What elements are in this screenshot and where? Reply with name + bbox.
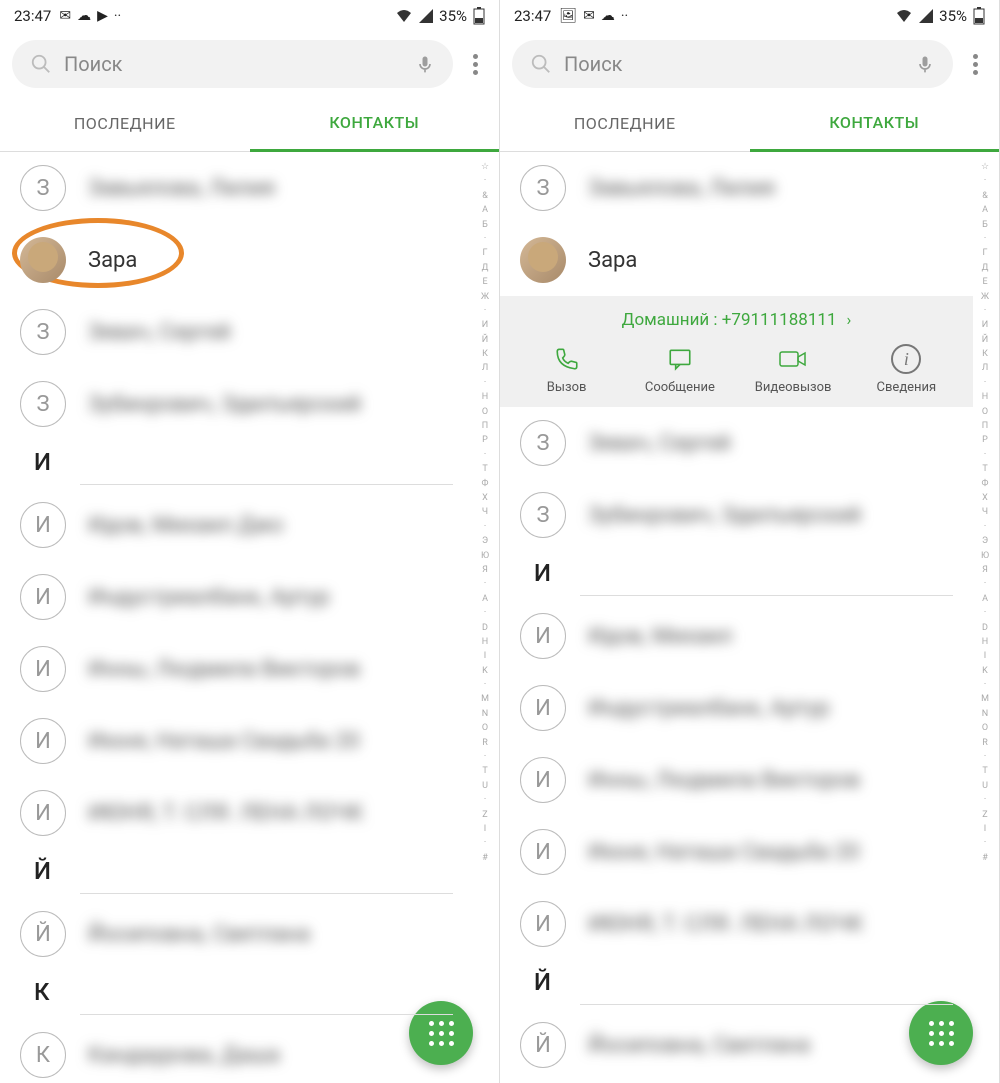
tabs: ПОСЛЕДНИЕ КОНТАКТЫ — [500, 96, 999, 152]
section-header-i: И — [500, 551, 973, 591]
signal-icon — [419, 9, 433, 23]
cloud-icon: ☁ — [601, 8, 615, 24]
contact-row[interactable]: З Зевач, Сергей — [0, 296, 473, 368]
search-icon — [530, 53, 552, 75]
menu-button[interactable] — [963, 46, 987, 83]
battery-icon — [973, 7, 985, 25]
search-placeholder: Поиск — [564, 52, 903, 76]
info-icon: i — [891, 344, 921, 374]
contact-row[interactable]: З Зубинрович, Эдилъярский — [0, 368, 473, 440]
contact-row[interactable]: ЗЗубинрович, Эдилъярский — [500, 479, 973, 551]
avatar: З — [20, 165, 66, 211]
avatar-photo — [20, 237, 66, 283]
contact-row[interactable]: ЙЙосиповна, Светлана — [0, 898, 473, 970]
tab-recent[interactable]: ПОСЛЕДНИЕ — [0, 96, 250, 152]
avatar: З — [20, 309, 66, 355]
status-notif-icons: ✉ ☁ ▶ ·· — [59, 8, 121, 24]
contact-name: Зубинрович, Эдилъярский — [88, 392, 361, 417]
action-video[interactable]: Видеовызов — [743, 344, 843, 395]
more-icon: ·· — [621, 8, 628, 24]
search-row: Поиск — [500, 32, 999, 96]
battery-percent: 35% — [439, 7, 467, 25]
contact-row[interactable]: ЙЙосиповна, Светлана — [500, 1009, 973, 1081]
contact-row-zara[interactable]: Зара — [500, 224, 973, 296]
contact-row[interactable]: ИИнны, Людмила Викторов — [500, 744, 973, 816]
contact-row[interactable]: ИИндустриалбанк, Артур — [500, 672, 973, 744]
status-time: 23:47 — [514, 7, 551, 25]
wifi-icon — [395, 9, 413, 23]
message-icon — [665, 344, 695, 374]
contact-row-zara[interactable]: Зара — [0, 224, 473, 296]
contact-row[interactable]: ИИЮНЯ, Т. СЛЯ. ЛЕНА ЛОЧК — [0, 777, 473, 849]
contact-name: Зара — [88, 248, 137, 273]
contact-row[interactable]: ИИюня, Наташа Свадьба 20 — [500, 816, 973, 888]
contact-row[interactable]: З Завьялова, Лилия — [500, 152, 973, 224]
search-row: Поиск — [0, 32, 499, 96]
avatar: З — [20, 381, 66, 427]
action-info[interactable]: i Сведения — [856, 344, 956, 395]
contact-expanded-panel: Домашний : +79111188111› Вызов Сообщение… — [500, 296, 973, 407]
wifi-icon — [895, 9, 913, 23]
tabs: ПОСЛЕДНИЕ КОНТАКТЫ — [0, 96, 499, 152]
tab-contacts[interactable]: КОНТАКТЫ — [750, 96, 1000, 152]
video-icon — [778, 344, 808, 374]
search-placeholder: Поиск — [64, 52, 403, 76]
action-message[interactable]: Сообщение — [630, 344, 730, 395]
contacts-area: З Завьялова, Лилия Зара Домашний : +7911… — [500, 152, 999, 1083]
status-bar: 23:47 🖼 ✉ ☁ ·· 35% — [500, 0, 999, 32]
cloud-icon: ☁ — [77, 8, 91, 24]
contact-row[interactable]: ИИдов, Михаил Джо — [0, 489, 473, 561]
contact-row[interactable]: ИИЮНЯ, Т. СЛЯ. ЛЕНА ЛОЧК — [500, 888, 973, 960]
search-input[interactable]: Поиск — [12, 40, 453, 88]
contact-row[interactable]: ККандаурова, Даша — [0, 1019, 473, 1083]
contact-row[interactable]: ЗЗевач, Сергей — [500, 407, 973, 479]
tab-contacts[interactable]: КОНТАКТЫ — [250, 96, 500, 152]
search-icon — [30, 53, 52, 75]
contact-row[interactable]: ИИдов, Михаил — [500, 600, 973, 672]
contact-row[interactable]: З Завьялова, Лилия — [0, 152, 473, 224]
section-header-j: Й — [500, 960, 973, 1000]
action-call[interactable]: Вызов — [517, 344, 617, 395]
section-header-k: К — [0, 970, 473, 1010]
search-input[interactable]: Поиск — [512, 40, 953, 88]
contact-name: Зевач, Сергей — [88, 320, 231, 345]
battery-icon — [473, 7, 485, 25]
phone-detail-link[interactable]: Домашний : +79111188111› — [510, 310, 963, 330]
avatar-photo — [520, 237, 566, 283]
contact-row[interactable]: ИИндустриалбанк, Артур — [0, 561, 473, 633]
mic-icon[interactable] — [915, 54, 935, 74]
status-bar: 23:47 ✉ ☁ ▶ ·· 35% — [0, 0, 499, 32]
status-notif-icons: 🖼 ✉ ☁ ·· — [559, 8, 628, 24]
contact-row[interactable]: ИИнны, Людмила Викторов — [0, 633, 473, 705]
gallery-icon: 🖼 — [559, 8, 577, 24]
section-header-i: И — [0, 440, 473, 480]
tab-recent[interactable]: ПОСЛЕДНИЕ — [500, 96, 750, 152]
chevron-right-icon: › — [847, 310, 852, 329]
contacts-area: З Завьялова, Лилия Зара З Зевач, Сергей … — [0, 152, 499, 1083]
phone-right: 23:47 🖼 ✉ ☁ ·· 35% Поиск ПОСЛЕДНИЕ КОНТА… — [500, 0, 1000, 1083]
status-time: 23:47 — [14, 7, 51, 25]
mail-icon: ✉ — [59, 8, 71, 24]
battery-percent: 35% — [939, 7, 967, 25]
phone-left: 23:47 ✉ ☁ ▶ ·· 35% Поис — [0, 0, 500, 1083]
menu-button[interactable] — [463, 46, 487, 83]
youtube-icon: ▶ — [97, 8, 108, 24]
section-header-j: Й — [0, 849, 473, 889]
contact-row[interactable]: ИИюня, Наташа Свадьба 20 — [0, 705, 473, 777]
mail-icon: ✉ — [583, 8, 595, 24]
signal-icon — [919, 9, 933, 23]
contact-name: Завьялова, Лилия — [88, 176, 275, 201]
more-icon: ·· — [114, 8, 121, 24]
phone-icon — [552, 344, 582, 374]
mic-icon[interactable] — [415, 54, 435, 74]
